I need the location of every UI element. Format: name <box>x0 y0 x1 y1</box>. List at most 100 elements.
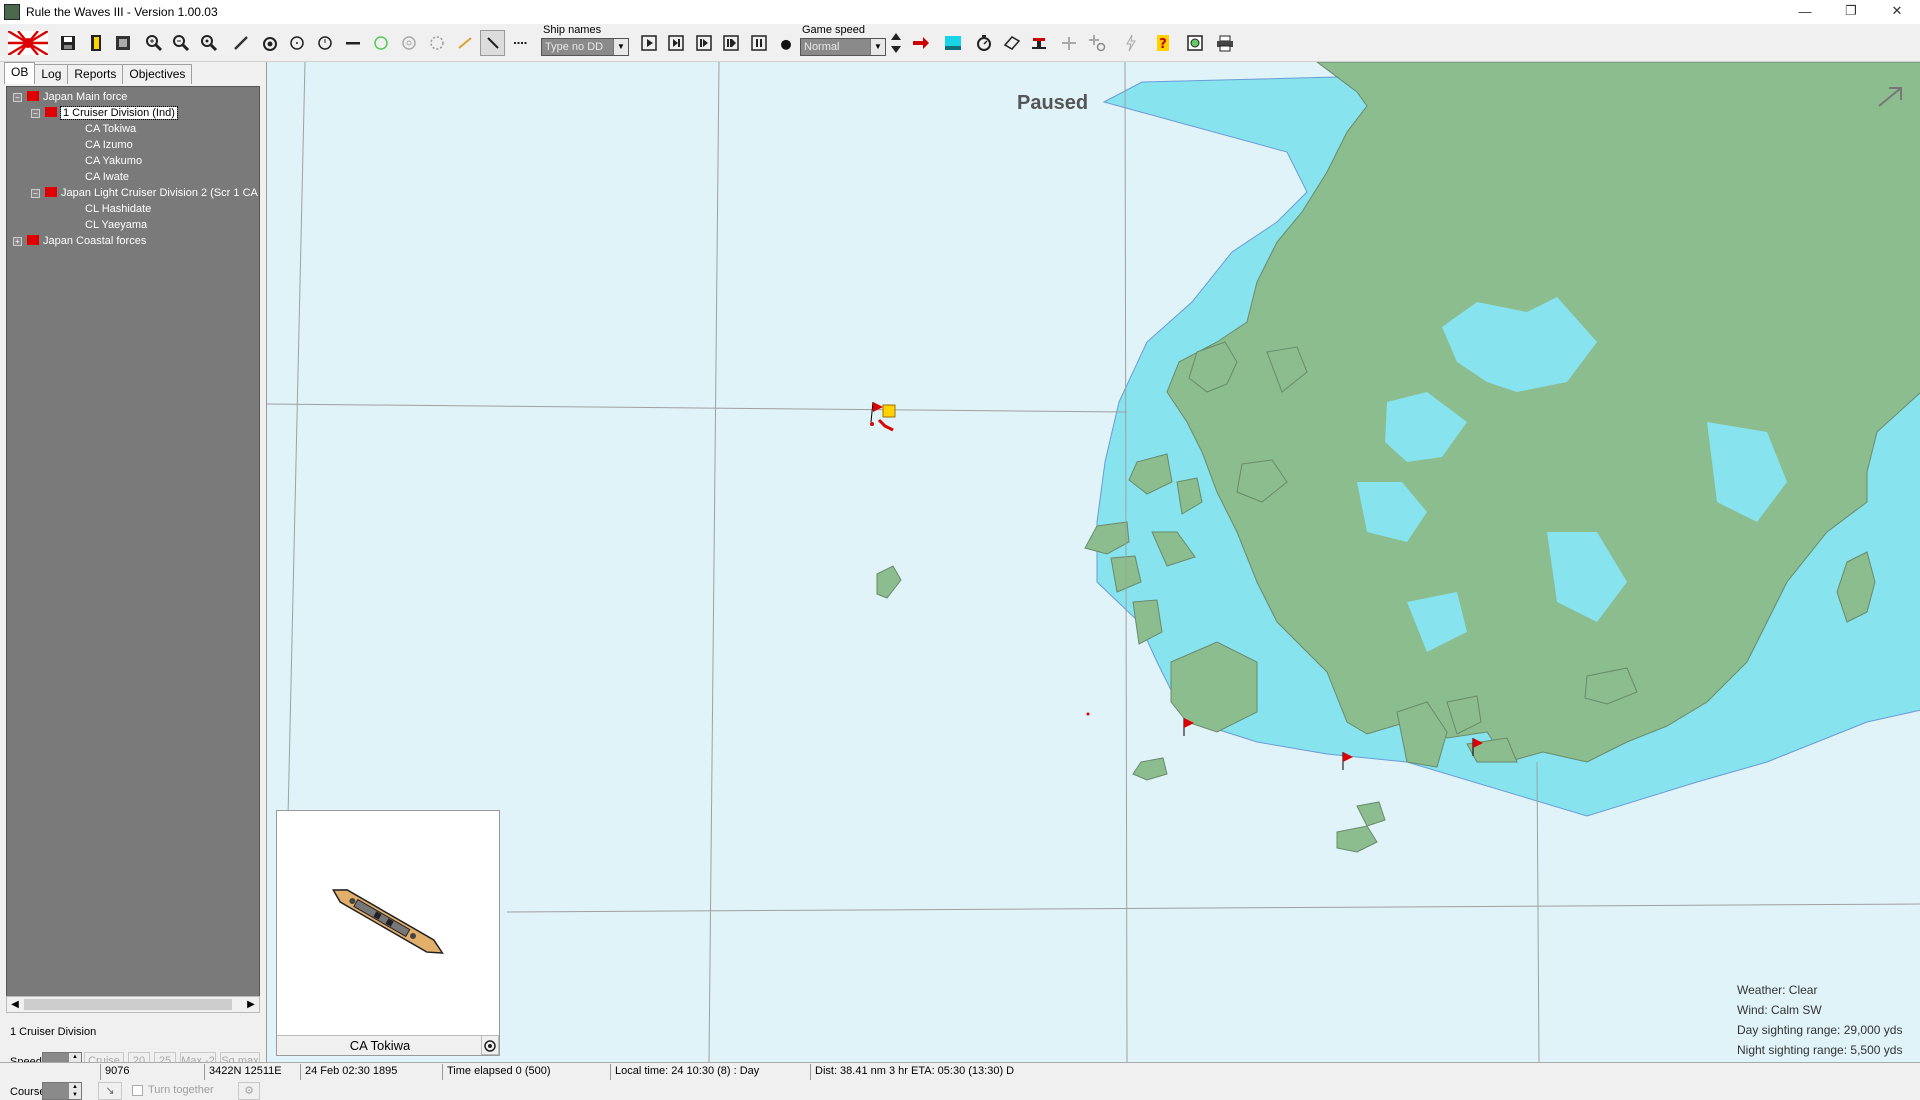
diagonal-line-icon[interactable] <box>480 30 505 56</box>
green-circle-icon[interactable] <box>368 30 393 56</box>
map-settings-icon[interactable] <box>1182 30 1207 56</box>
rising-sun-flag-icon[interactable] <box>6 30 50 56</box>
panel-tabs: OB Log Reports Objectives <box>4 62 193 84</box>
map-toggle-icon[interactable] <box>940 30 965 56</box>
scroll-right-icon[interactable]: ▶ <box>243 997 259 1012</box>
ship-preview-panel: CA Tokiwa <box>276 810 500 1056</box>
aircraft-icon[interactable] <box>1056 30 1081 56</box>
course-label: Course <box>10 1086 46 1098</box>
scrollbar-thumb[interactable] <box>24 999 232 1010</box>
night-sighting-text: Night sighting range: 5,500 yds <box>1737 1043 1903 1057</box>
tab-objectives[interactable]: Objectives <box>122 64 193 84</box>
zoom-in-icon[interactable] <box>141 30 166 56</box>
ship-silhouette <box>332 889 444 954</box>
tree-item-ca-izumo[interactable]: CA Izumo <box>85 137 133 153</box>
grid-line <box>708 62 720 1062</box>
formation-gear-icon[interactable]: ⚙ <box>238 1082 260 1100</box>
aircraft-target-icon[interactable] <box>1084 30 1109 56</box>
range-circle-icon[interactable] <box>284 30 309 56</box>
dotted-line-icon[interactable] <box>508 30 533 56</box>
red-arrow-icon[interactable] <box>908 30 933 56</box>
step-15-icon[interactable] <box>691 30 716 56</box>
tab-ob[interactable]: OB <box>4 62 36 84</box>
app-icon <box>4 4 20 20</box>
turn-together-checkbox[interactable] <box>132 1085 143 1096</box>
tree-item-1-cruiser-division[interactable]: 1 Cruiser Division (Ind) <box>45 105 178 121</box>
grid-line <box>267 403 1128 413</box>
day-sighting-text: Day sighting range: 29,000 yds <box>1737 1023 1903 1037</box>
grid-line <box>506 903 1920 913</box>
save-icon[interactable] <box>55 30 80 56</box>
maximize-button[interactable]: ❐ <box>1828 0 1874 22</box>
grey-circle-icon[interactable] <box>396 30 421 56</box>
zoom-fit-icon[interactable] <box>196 30 221 56</box>
step-forward-icon[interactable] <box>636 30 661 56</box>
course-spinner[interactable]: ▲ ▼ <box>42 1082 82 1100</box>
window-title: Rule the Waves III - Version 1.00.03 <box>26 5 218 19</box>
book-icon[interactable] <box>999 30 1024 56</box>
ship-orders-icon[interactable] <box>1026 30 1051 56</box>
red-flag-icon <box>45 187 57 197</box>
tree-item-japan-light-cruiser-division-2[interactable]: Japan Light Cruiser Division 2 (Scr 1 CA… <box>45 185 259 201</box>
wind-text: Wind: Calm SW <box>1737 1003 1822 1017</box>
line-icon[interactable] <box>340 30 365 56</box>
tab-reports[interactable]: Reports <box>67 64 124 84</box>
ship-names-value: Type no DD <box>545 41 604 53</box>
expand-icon[interactable]: + <box>13 237 22 246</box>
map-canvas[interactable] <box>267 62 1920 1062</box>
tree-item-ca-iwate[interactable]: CA Iwate <box>85 169 129 185</box>
stopwatch-icon[interactable] <box>971 30 996 56</box>
tree-item-ca-yakumo[interactable]: CA Yakumo <box>85 153 142 169</box>
left-panel: OB Log Reports Objectives − Japan Main f… <box>0 62 266 1100</box>
step-30-icon[interactable] <box>718 30 743 56</box>
zoom-out-icon[interactable] <box>168 30 193 56</box>
report-icon[interactable] <box>83 30 108 56</box>
tactical-map[interactable]: Paused Weather: Clear Wind: Calm SW Day … <box>266 62 1920 1062</box>
chevron-down-icon: ▼ <box>870 39 885 55</box>
ships-icon[interactable] <box>110 30 135 56</box>
pause-icon[interactable] <box>746 30 771 56</box>
collapse-icon[interactable]: − <box>31 189 40 198</box>
weather-info: Weather: Clear Wind: Calm SW Day sightin… <box>1737 980 1902 1060</box>
tab-log[interactable]: Log <box>34 64 69 84</box>
contact-dot[interactable] <box>1086 712 1090 716</box>
speed-spinner-icon[interactable] <box>888 30 904 56</box>
course-pointer-icon[interactable]: ↘ <box>98 1082 122 1100</box>
scroll-left-icon[interactable]: ◀ <box>7 997 23 1012</box>
game-speed-label: Game speed <box>802 24 865 36</box>
spinner-arrows-icon: ▲▼ <box>69 1083 81 1099</box>
collapse-icon[interactable]: − <box>13 93 22 102</box>
dashed-circle-icon[interactable] <box>424 30 449 56</box>
tree-item-japan-main-force[interactable]: Japan Main force <box>27 89 127 105</box>
toolbar: Ship names Type no DD ▼ Game speed Norma… <box>0 24 1920 62</box>
orange-line-icon[interactable] <box>452 30 477 56</box>
record-icon[interactable] <box>776 30 796 56</box>
clock-circle-icon[interactable] <box>312 30 337 56</box>
tree-item-ca-tokiwa[interactable]: CA Tokiwa <box>85 121 136 137</box>
svg-text:?: ? <box>1159 37 1167 52</box>
ship-names-select[interactable]: Type no DD ▼ <box>541 38 629 56</box>
island <box>1132 757 1168 781</box>
lightning-icon[interactable] <box>1118 30 1143 56</box>
tree-item-cl-yaeyama[interactable]: CL Yaeyama <box>85 217 147 233</box>
mine-icon[interactable] <box>257 30 282 56</box>
tree-item-japan-coastal-forces[interactable]: Japan Coastal forces <box>27 233 146 249</box>
turn-together-label: Turn together <box>148 1084 214 1096</box>
help-icon[interactable]: ? <box>1150 30 1175 56</box>
lock-icon[interactable] <box>481 1035 499 1055</box>
status-time-elapsed: Time elapsed 0 (500) <box>442 1064 612 1080</box>
red-flag-icon <box>27 235 39 245</box>
game-speed-select[interactable]: Normal ▼ <box>800 38 886 56</box>
step-5-icon[interactable] <box>663 30 688 56</box>
ship-names-label: Ship names <box>543 24 602 36</box>
tree-horizontal-scrollbar[interactable]: ◀ ▶ <box>6 996 260 1013</box>
close-button[interactable]: ✕ <box>1874 0 1920 22</box>
minimize-button[interactable]: — <box>1782 0 1828 22</box>
red-flag-icon <box>45 107 57 117</box>
print-icon[interactable] <box>1212 30 1237 56</box>
fleet-marker-1-cruiser-division[interactable] <box>870 401 896 432</box>
collapse-icon[interactable]: − <box>31 109 40 118</box>
grid-line <box>1536 761 1540 1062</box>
measure-icon[interactable] <box>228 30 253 56</box>
tree-item-cl-hashidate[interactable]: CL Hashidate <box>85 201 151 217</box>
